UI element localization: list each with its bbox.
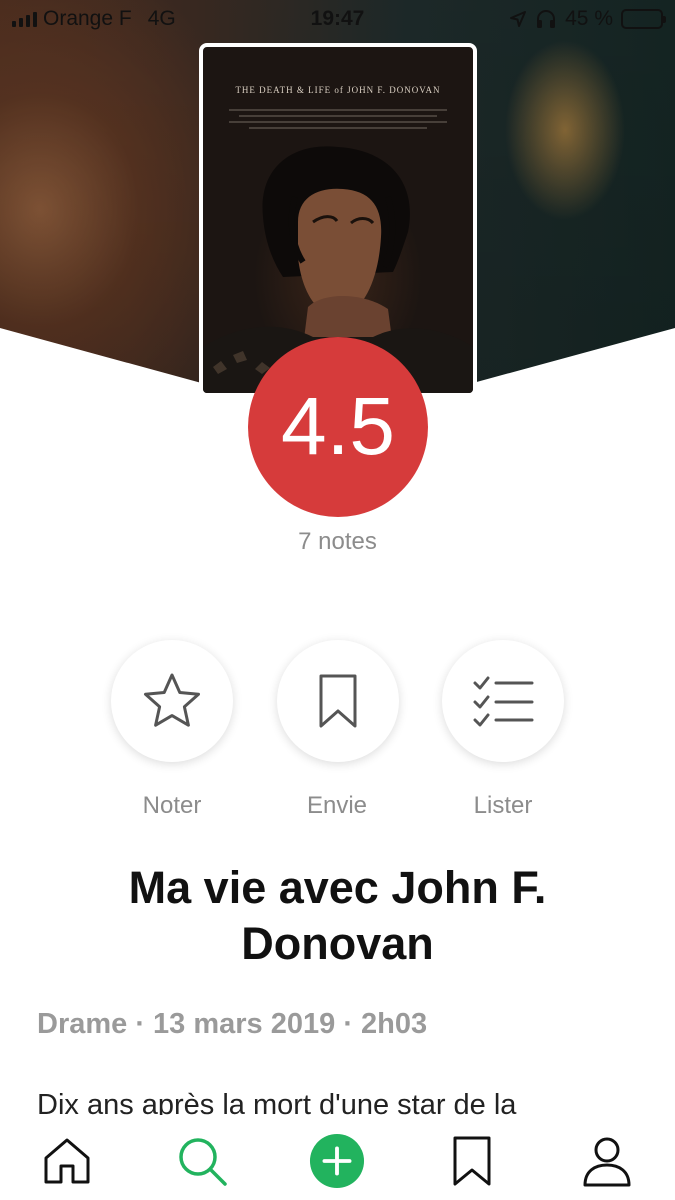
wishlist-button[interactable] <box>277 640 399 762</box>
status-bar: Orange F 4G 19:47 45 % <box>0 0 675 38</box>
tab-home[interactable] <box>39 1133 95 1189</box>
tab-wishlist[interactable] <box>444 1133 500 1189</box>
movie-meta: Drame · 13 mars 2019 · 2h03 <box>37 1008 428 1040</box>
location-icon <box>510 11 527 27</box>
bookmark-icon <box>453 1136 491 1186</box>
list-button[interactable] <box>442 640 564 762</box>
movie-title: Ma vie avec John F. Donovan <box>128 862 547 969</box>
bookmark-icon <box>319 674 357 728</box>
battery-icon <box>621 9 666 29</box>
home-icon <box>44 1138 90 1184</box>
rate-label: Noter <box>142 792 202 819</box>
wishlist-label: Envie <box>306 792 368 819</box>
signal-icon <box>12 11 37 27</box>
rating-count: 7 notes <box>298 528 377 555</box>
carrier-label: Orange F <box>43 7 132 30</box>
rating-score: 4.5 <box>281 381 395 472</box>
rate-button[interactable] <box>111 640 233 762</box>
checklist-icon <box>473 676 534 727</box>
tab-search[interactable] <box>174 1133 230 1189</box>
add-icon <box>309 1133 365 1189</box>
star-icon <box>144 673 200 727</box>
tab-bar <box>0 1115 675 1200</box>
headphones-icon <box>537 10 556 28</box>
search-icon <box>179 1138 227 1186</box>
tab-add[interactable] <box>309 1133 365 1189</box>
network-label: 4G <box>147 7 176 30</box>
rating-badge: 4.5 <box>248 337 428 517</box>
battery-percent: 45 % <box>565 7 613 30</box>
list-label: Lister <box>473 792 533 819</box>
tab-profile[interactable] <box>579 1133 635 1189</box>
movie-synopsis: Dix ans après la mort d'une star de la <box>37 1089 517 1115</box>
profile-icon <box>583 1137 631 1187</box>
